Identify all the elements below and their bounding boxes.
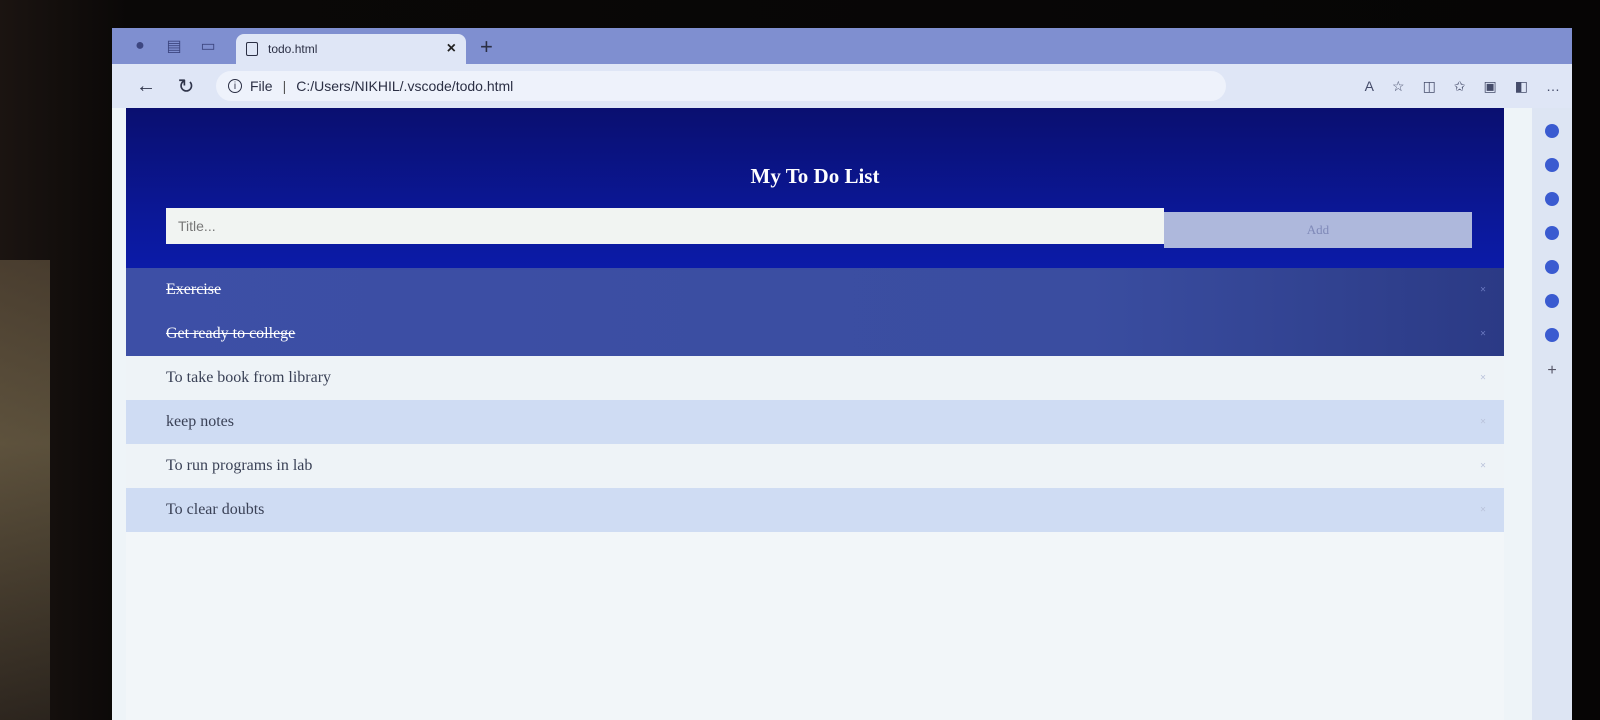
add-sidebar-app-icon[interactable]: + [1547,362,1556,380]
office-icon[interactable] [1545,294,1559,308]
add-button[interactable]: Add [1164,212,1472,248]
page-content: My To Do List Add Exercise×Get ready to … [126,108,1504,720]
remove-item-icon[interactable]: × [1480,373,1486,384]
todo-item[interactable]: To run programs in lab × [126,444,1504,488]
todo-label: To take book from library [166,369,332,386]
todo-header: My To Do List Add [126,108,1504,268]
copilot-icon[interactable] [1545,124,1559,138]
more-menu-icon[interactable]: … [1546,78,1560,95]
remove-item-icon[interactable]: × [1480,505,1486,516]
info-icon[interactable]: i [228,79,242,93]
url-path: C:/Users/NIKHIL/.vscode/todo.html [296,78,514,94]
remove-item-icon[interactable]: × [1480,329,1486,340]
split-screen-icon[interactable]: ◫ [1423,78,1436,95]
todo-list: Exercise × Get ready to college × To take bo… [126,268,1504,532]
tools-icon[interactable] [1545,226,1559,240]
todo-label: To clear doubts [166,501,265,518]
tab-todo[interactable]: todo.html × [236,34,466,64]
tab-strip: ● ▤ ▭ todo.html × + [112,28,1572,64]
favorite-star-icon[interactable]: ☆ [1392,78,1405,95]
todo-label: Exercise [166,281,222,298]
new-tab-button[interactable]: + [480,34,493,60]
edge-sidebar: + [1532,108,1572,720]
games-icon[interactable] [1545,260,1559,274]
url-separator: | [282,78,287,94]
todo-item[interactable]: To take book from library × [126,356,1504,400]
url-field[interactable]: i File | C:/Users/NIKHIL/.vscode/todo.ht… [216,71,1226,101]
favorites-icon[interactable]: ✩ [1454,78,1466,95]
close-tab-icon[interactable]: × [447,40,456,58]
todo-label: To run programs in lab [166,457,313,474]
address-bar: ← ↻ i File | C:/Users/NIKHIL/.vscode/tod… [112,64,1572,108]
outlook-icon[interactable] [1545,328,1559,342]
todo-label: Get ready to college [166,325,296,342]
background-object [0,260,50,720]
page-title: My To Do List [750,164,880,188]
todo-label: keep notes [166,413,234,430]
remove-item-icon[interactable]: × [1480,285,1486,296]
collections-icon[interactable]: ▤ [160,32,188,60]
search-icon[interactable] [1545,158,1559,172]
workspaces-icon[interactable]: ▭ [194,32,222,60]
shopping-icon[interactable] [1545,192,1559,206]
extensions-icon[interactable]: ◧ [1515,78,1528,95]
reload-button[interactable]: ↻ [166,74,206,99]
todo-item[interactable]: keep notes × [126,400,1504,444]
back-button[interactable]: ← [126,75,166,98]
document-icon [246,42,258,56]
remove-item-icon[interactable]: × [1480,461,1486,472]
title-input[interactable] [166,208,1164,244]
browser-window: ● ▤ ▭ todo.html × + ← ↻ i File | C:/User… [112,28,1572,720]
collections-toolbar-icon[interactable]: ▣ [1484,78,1497,95]
profile-icon[interactable]: ● [126,32,154,60]
todo-item[interactable]: Get ready to college × [126,312,1504,356]
remove-item-icon[interactable]: × [1480,417,1486,428]
toolbar-icons: A ☆ ◫ ✩ ▣ ◧ … [1365,78,1560,95]
todo-item[interactable]: Exercise × [126,268,1504,312]
tab-title: todo.html [268,42,318,56]
todo-item[interactable]: To clear doubts × [126,488,1504,532]
url-scheme: File [250,78,273,94]
read-aloud-icon[interactable]: A [1365,78,1374,95]
